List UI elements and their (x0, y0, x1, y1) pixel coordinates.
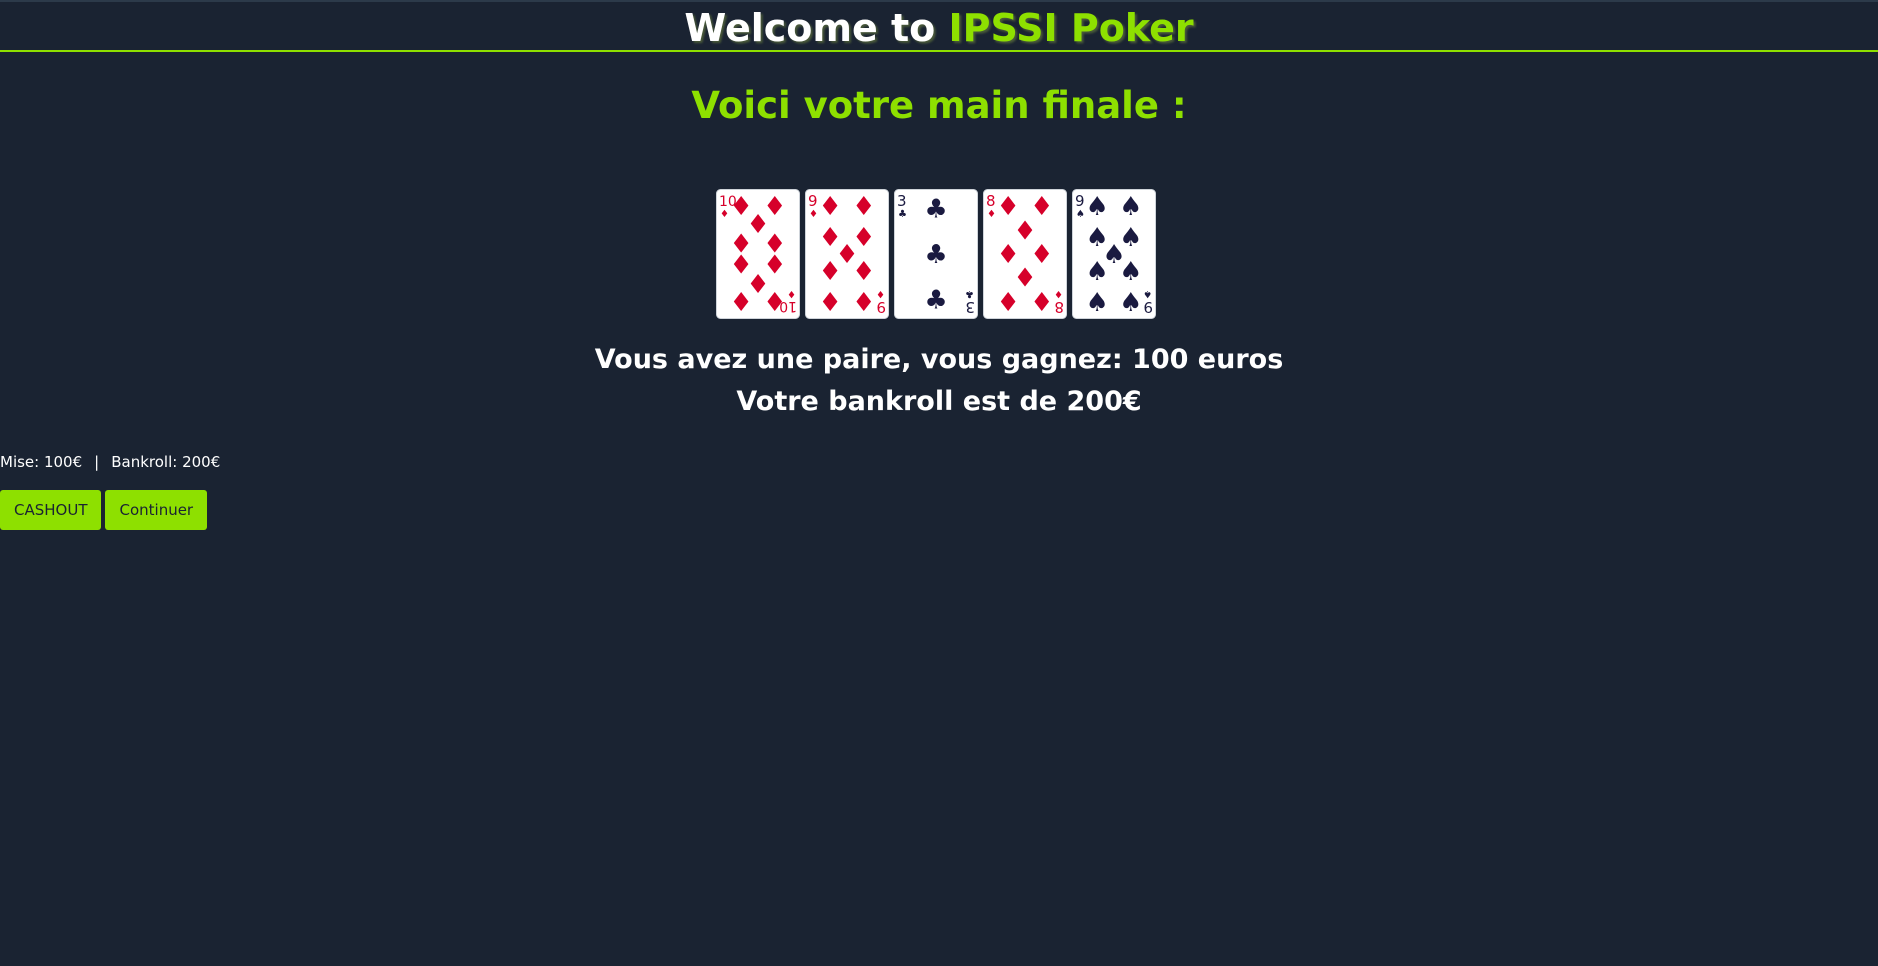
final-hand-title: Voici votre main finale : (691, 84, 1187, 127)
header-bar: Welcome to IPSSI Poker (0, 0, 1878, 52)
card-pip-spades-icon: ♠ (1086, 288, 1109, 318)
card-pip-spades-icon: ♠ (1119, 192, 1142, 222)
title-prefix: Welcome to (684, 6, 949, 50)
card-10-diamonds: 10 ♦ 10 ♦ ♦ ♦ ♦ ♦ ♦ ♦ ♦ ♦ ♦ ♦ (716, 189, 800, 319)
card-pip-diamonds-icon: ♦ (852, 257, 875, 287)
card-suit-small-icon: ♦ (987, 209, 996, 220)
card-9-spades: 9 ♠ 9 ♠ ♠ ♠ ♠ ♠ ♠ ♠ ♠ ♠ ♠ (1072, 189, 1156, 319)
card-pip-diamonds-icon: ♦ (819, 257, 842, 287)
continue-button[interactable]: Continuer (105, 490, 208, 530)
card-suit-small-icon: ♦ (720, 209, 729, 220)
card-suit-small-icon: ♦ (809, 209, 818, 220)
card-pip-diamonds-icon: ♦ (997, 288, 1020, 318)
title-brand: IPSSI Poker (948, 6, 1194, 50)
card-pip-spades-icon: ♠ (1086, 192, 1109, 222)
card-suit-small-icon: ♠ (1076, 209, 1085, 220)
card-suit-small-icon: ♣ (898, 209, 907, 220)
card-8-diamonds: 8 ♦ 8 ♦ ♦ ♦ ♦ ♦ ♦ ♦ ♦ ♦ (983, 189, 1067, 319)
card-rank-bottom: 9 (1143, 298, 1153, 316)
card-pip-diamonds-icon: ♦ (730, 288, 753, 318)
card-rank-bottom: 3 (965, 298, 975, 316)
card-pip-clubs-icon: ♣ (924, 286, 947, 316)
card-pip-diamonds-icon: ♦ (1030, 288, 1053, 318)
card-9-diamonds: 9 ♦ 9 ♦ ♦ ♦ ♦ ♦ ♦ ♦ ♦ ♦ ♦ (805, 189, 889, 319)
hand-cards: 10 ♦ 10 ♦ ♦ ♦ ♦ ♦ ♦ ♦ ♦ ♦ ♦ ♦ 9 ♦ 9 ♦ ♦ ♦ ♦ ♦ ♦ ♦ ♦ ♦ ♦ 3 ♣ 3 ♣ ♣ ♣ ♣ 8 ♦ 8 ♦… (716, 189, 1156, 319)
card-pip-spades-icon: ♠ (1086, 257, 1109, 287)
card-suit-small-icon: ♣ (965, 288, 974, 299)
bankroll-message: Votre bankroll est de 200€ (736, 386, 1142, 417)
card-rank-bottom: 9 (876, 298, 886, 316)
result-message: Vous avez une paire, vous gagnez: 100 eu… (594, 344, 1284, 375)
card-pip-spades-icon: ♠ (1119, 288, 1142, 318)
cashout-button[interactable]: CASHOUT (0, 490, 102, 530)
card-pip-clubs-icon: ♣ (924, 240, 947, 270)
card-pip-diamonds-icon: ♦ (852, 192, 875, 222)
card-suit-small-icon: ♦ (1054, 288, 1063, 299)
card-suit-small-icon: ♦ (787, 288, 796, 299)
card-rank-top: 9 (808, 192, 818, 210)
card-3-clubs: 3 ♣ 3 ♣ ♣ ♣ ♣ (894, 189, 978, 319)
card-pip-clubs-icon: ♣ (924, 195, 947, 225)
bet-amount: Mise: 100€ (0, 453, 83, 471)
card-suit-small-icon: ♠ (1143, 288, 1152, 299)
bankroll-amount: Bankroll: 200€ (111, 453, 221, 471)
card-suit-small-icon: ♦ (876, 288, 885, 299)
card-rank-top: 8 (986, 192, 996, 210)
card-pip-diamonds-icon: ♦ (819, 288, 842, 318)
app-title: Welcome to IPSSI Poker (0, 2, 1878, 54)
stats-separator: | (94, 453, 100, 471)
card-pip-diamonds-icon: ♦ (763, 288, 786, 318)
stats-bar: Mise: 100€ | Bankroll: 200€ (0, 452, 220, 472)
card-rank-bottom: 8 (1054, 298, 1064, 316)
card-pip-diamonds-icon: ♦ (819, 192, 842, 222)
action-buttons: CASHOUT Continuer (0, 490, 208, 530)
card-pip-spades-icon: ♠ (1119, 257, 1142, 287)
card-pip-diamonds-icon: ♦ (852, 288, 875, 318)
card-rank-top: 3 (897, 192, 907, 210)
card-rank-top: 9 (1075, 192, 1085, 210)
